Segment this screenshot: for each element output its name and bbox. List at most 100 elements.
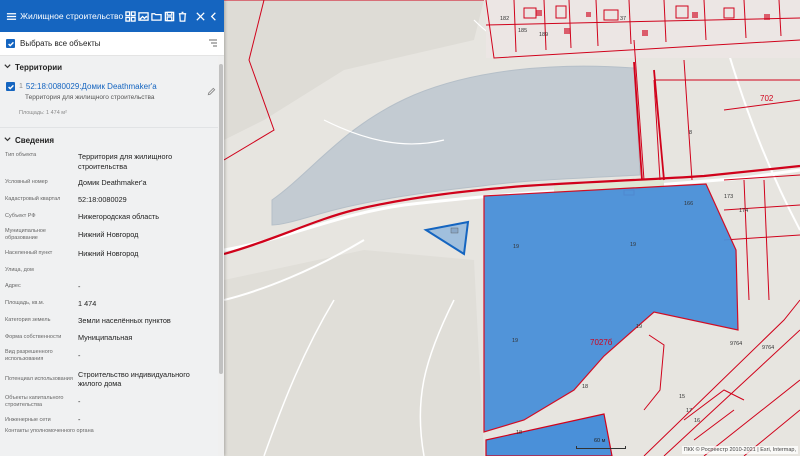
detail-value: Домик Deathmaker'а [78,177,147,187]
detail-key: Категория земель [5,317,51,323]
territory-item[interactable]: 1 52:18:0080029:Домик Deathmaker'а Терри… [0,78,218,128]
block-label-top: 702 [760,94,774,103]
scale-bar [576,446,626,449]
label-18a: 18 [582,384,588,390]
select-all-checkbox[interactable] [6,39,15,48]
map-view[interactable]: 19 19 19 19 18 18 8 182 185 189 37 166 1… [224,0,800,456]
detail-value: 1 474 [78,298,97,308]
territories-heading: Территории [15,62,63,72]
grid-icon[interactable] [124,9,136,24]
detail-value: - [78,415,81,425]
detail-row: Улица, дом [0,262,218,278]
territory-subtitle: Территория для жилищного строительства [25,94,155,101]
detail-row: Потенциал использования Строительство ин… [0,366,218,392]
label-15: 15 [679,394,685,400]
detail-key: Муниципальное образование [5,228,46,241]
detail-key: Объекты капитального строительства [5,395,64,408]
detail-row: Условный номер Домик Deathmaker'а [0,174,218,191]
chevron-down-icon [3,62,12,73]
detail-row: Тип объекта Территория для жилищного стр… [0,152,218,174]
detail-row: Кадастровый квартал 52:18:0080029 [0,191,218,208]
edit-icon[interactable] [207,83,216,101]
label-16: 16 [694,418,700,424]
detail-value: - [78,281,81,291]
side-panel: Жилищное строительство Выбрать все объек… [0,0,224,456]
label-174: 174 [739,208,748,214]
panel-scrollbar[interactable] [218,56,224,456]
territory-name-link[interactable]: 52:18:0080029:Домик Deathmaker'а [26,82,157,91]
label-8: 8 [689,130,692,136]
detail-row: Муниципальное образование Нижний Новгоро… [0,225,218,245]
detail-value: - [78,351,81,361]
map-canvas[interactable]: 19 19 19 19 18 18 8 182 185 189 37 166 1… [224,0,800,456]
scrollbar-thumb[interactable] [219,64,223,374]
label-18b: 18 [516,430,522,436]
label-19d: 19 [636,324,642,330]
detail-value: Нижегородская область [78,211,160,221]
label-37: 37 [620,16,626,22]
sort-icon[interactable] [208,35,218,53]
territory-area: Площадь: 1 474 м² [19,110,67,116]
select-all-row[interactable]: Выбрать все объекты [0,32,224,56]
detail-key: Кадастровый квартал [5,196,61,202]
block-label: 7027б [590,338,613,347]
label-9764a: 9764 [730,341,742,347]
detail-value: - [78,397,81,407]
chevron-down-icon [3,135,12,146]
terrain-shade [224,250,484,456]
detail-value: Нижний Новгород [78,230,139,240]
building-footprint [450,227,459,234]
label-19b: 19 [630,242,636,248]
detail-key: Площадь, кв.м. [5,300,45,306]
detail-row: Субъект РФ Нижегородская область [0,208,218,225]
detail-value: Земли населённых пунктов [78,315,171,325]
label-173: 173 [724,194,733,200]
map-attribution: ПКК © Росреестр 2010-2021 | Esri, Interm… [681,446,798,454]
label-182: 182 [500,16,509,22]
map-scale: 60 м [576,438,626,449]
detail-value: 52:18:0080029 [78,194,127,204]
detail-key: Контакты уполномоченного органа [5,428,94,434]
territory-checkbox[interactable] [6,82,15,91]
detail-row: Контакты уполномоченного органа [0,428,218,442]
select-all-label: Выбрать все объекты [20,39,101,48]
detail-key: Потенциал использования [5,375,73,382]
image-icon[interactable] [137,9,149,24]
detail-value: Территория для жилищного строительства [78,152,173,171]
close-icon[interactable] [195,9,207,24]
save-icon[interactable] [164,9,176,24]
detail-row: Категория земель Земли населённых пункто… [0,312,218,329]
panel-header: Жилищное строительство [0,0,224,32]
detail-row: Адрес - [0,278,218,295]
panel-title: Жилищное строительство [20,11,124,21]
detail-row: Населенный пункт Нижний Новгород [0,245,218,262]
menu-icon[interactable] [5,9,17,24]
details-section-header[interactable]: Сведения [0,128,218,152]
label-9764b: 9764 [762,345,774,351]
territory-number: 1 [19,83,23,90]
label-189: 189 [539,32,548,38]
detail-key: Улица, дом [5,266,34,273]
detail-value: Муниципальная [78,332,133,342]
detail-key: Тип объекта [5,152,37,158]
label-17: 17 [686,408,692,414]
detail-row: Объекты капитального строительства - [0,392,218,412]
detail-key: Субъект РФ [5,213,36,219]
collapse-panel-icon[interactable] [208,9,220,24]
detail-value: Строительство индивидуального жилого дом… [78,369,190,389]
detail-row: Площадь, кв.м. 1 474 [0,295,218,312]
label-19a: 19 [513,244,519,250]
trash-icon[interactable] [177,9,189,24]
details-heading: Сведения [15,135,54,145]
detail-key: Условный номер [5,179,48,185]
panel-content[interactable]: Территории 1 52:18:0080029:Домик Deathma… [0,56,218,456]
detail-row: Вид разрешенного использования - [0,346,218,366]
detail-row: Форма собственности Муниципальная [0,329,218,346]
detail-key: Адрес [5,283,21,289]
label-19c: 19 [512,338,518,344]
detail-key: Инженерные сети [5,416,51,423]
detail-key: Вид разрешенного использования [5,349,53,362]
app-root: 19 19 19 19 18 18 8 182 185 189 37 166 1… [0,0,800,456]
territories-section-header[interactable]: Территории [0,56,218,78]
folder-icon[interactable] [150,9,162,24]
